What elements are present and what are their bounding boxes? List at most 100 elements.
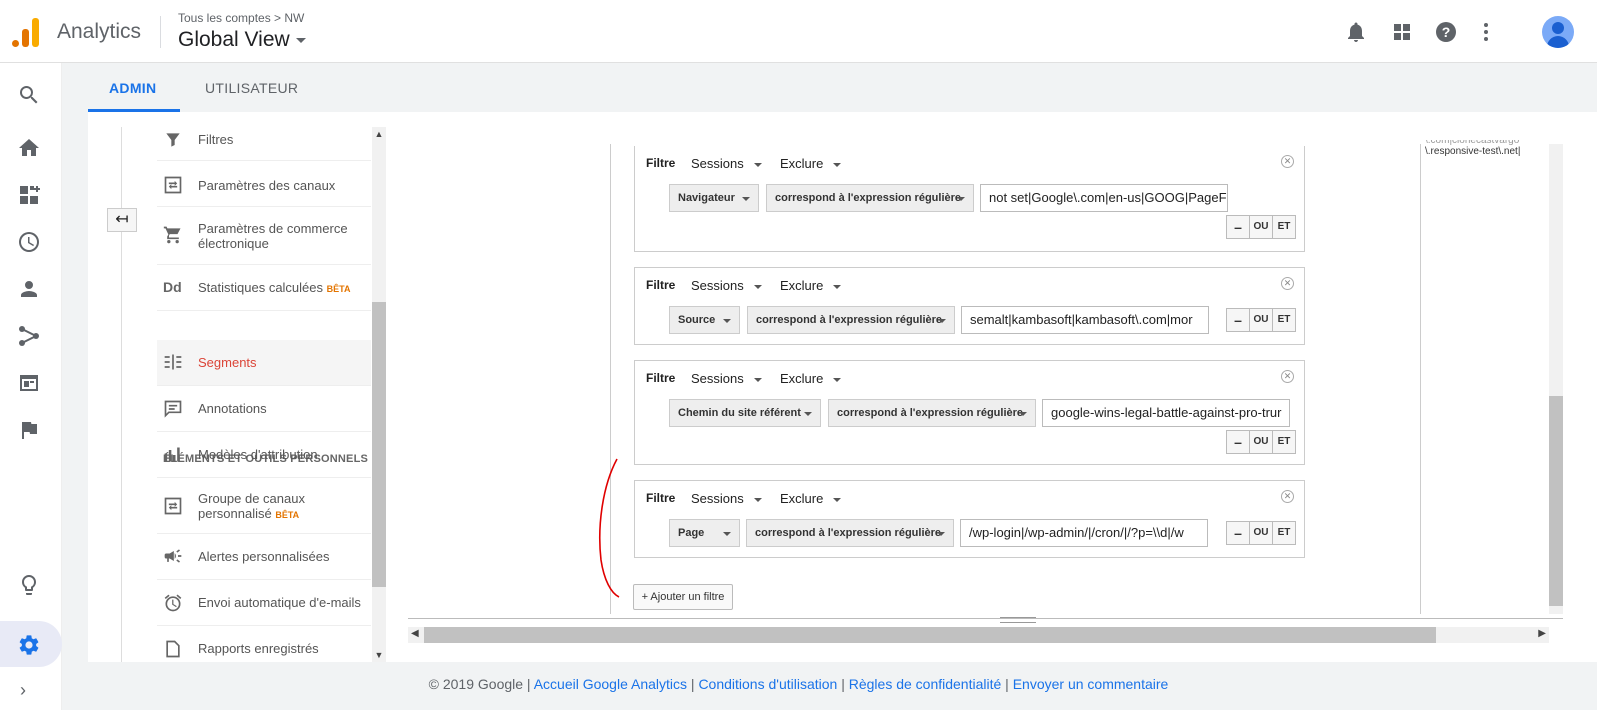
analytics-logo[interactable] (12, 17, 40, 47)
menu-item-statistiques-calculees[interactable]: Dd Statistiques calculées BÊTA (157, 265, 371, 311)
or-button[interactable]: OU (1249, 430, 1273, 454)
footer-link-home[interactable]: Accueil Google Analytics (534, 676, 687, 692)
customization-icon[interactable] (17, 183, 41, 207)
filter-value-input[interactable]: not set|Google\.com|en-us|GOOG|PageF (980, 184, 1228, 212)
behavior-icon[interactable] (17, 371, 41, 395)
bell-icon[interactable] (1344, 20, 1368, 44)
remove-filter-icon[interactable]: ✕ (1281, 370, 1294, 383)
scope-dropdown[interactable]: Sessions (691, 156, 762, 171)
copyright: © 2019 Google | (428, 676, 531, 692)
remove-condition-button[interactable]: – (1226, 521, 1250, 545)
operator-dropdown[interactable]: correspond à l'expression régulière (766, 184, 974, 212)
filter-label: Filtre (646, 278, 676, 292)
menu-item-envoi-emails[interactable]: Envoi automatique d'e-mails (157, 580, 371, 626)
settings-gear-icon[interactable] (17, 633, 41, 657)
collapse-button[interactable]: ↤ (107, 208, 137, 232)
person-icon[interactable] (17, 277, 41, 301)
menu-item-segments[interactable]: Segments (157, 340, 371, 386)
left-nav (0, 63, 62, 710)
menu-item-alertes[interactable]: Alertes personnalisées (157, 534, 371, 580)
remove-filter-icon[interactable]: ✕ (1281, 277, 1294, 290)
menu-item-filtres[interactable]: Filtres (157, 127, 371, 161)
help-icon[interactable]: ? (1434, 20, 1458, 44)
and-button[interactable]: ET (1272, 308, 1296, 332)
resize-grip[interactable] (1000, 617, 1036, 623)
filter-buttons: – OU ET (1226, 215, 1296, 239)
editor-scrollbar[interactable] (1549, 144, 1563, 614)
footer-link-feedback[interactable]: Envoyer un commentaire (1013, 676, 1169, 692)
dimension-dropdown[interactable]: Navigateur (669, 184, 759, 212)
tab-utilisateur[interactable]: UTILISATEUR (205, 80, 298, 96)
filter-buttons: – OU ET (1226, 308, 1296, 332)
operator-dropdown[interactable]: correspond à l'expression régulière (747, 306, 955, 334)
channel-group-icon (163, 496, 183, 516)
breadcrumb[interactable]: Tous les comptes > NW (178, 11, 304, 25)
menu-item-parametres-canaux[interactable]: Paramètres des canaux (157, 161, 371, 207)
remove-condition-button[interactable]: – (1226, 308, 1250, 332)
menu-item-label: Groupe de canaux personnalisé BÊTA (198, 491, 305, 521)
remove-condition-button[interactable]: – (1226, 430, 1250, 454)
filter-label: Filtre (646, 156, 676, 170)
scroll-thumb[interactable] (1549, 396, 1563, 606)
search-icon[interactable] (17, 83, 41, 107)
scroll-up-icon[interactable]: ▲ (372, 129, 386, 139)
filter-block: Filtre Sessions Exclure ✕ Chemin du site… (634, 360, 1305, 465)
menu-item-groupe-canaux[interactable]: Groupe de canaux personnalisé BÊTA (157, 478, 371, 534)
lightbulb-icon[interactable] (17, 573, 41, 597)
horizontal-scrollbar[interactable]: ◀ ▶ (408, 627, 1549, 643)
remove-filter-icon[interactable]: ✕ (1281, 155, 1294, 168)
operator-dropdown[interactable]: correspond à l'expression régulière (746, 519, 954, 547)
filter-value-input[interactable]: google-wins-legal-battle-against-pro-tru… (1042, 399, 1290, 427)
mode-dropdown[interactable]: Exclure (780, 491, 842, 506)
mode-dropdown[interactable]: Exclure (780, 156, 842, 171)
and-button[interactable]: ET (1272, 521, 1296, 545)
scope-dropdown[interactable]: Sessions (691, 491, 762, 506)
tab-admin[interactable]: ADMIN (109, 80, 156, 96)
filter-label: Filtre (646, 491, 676, 505)
dimension-dropdown[interactable]: Source (669, 306, 740, 334)
apps-grid-icon[interactable] (1390, 20, 1414, 44)
menu-item-label: Alertes personnalisées (198, 549, 330, 564)
attribution-icon (163, 445, 183, 465)
menu-item-annotations[interactable]: Annotations (157, 386, 371, 432)
filter-value-input[interactable]: /wp-login|/wp-admin/|/cron/|/?p=\\d|/w (960, 519, 1208, 547)
footer-link-terms[interactable]: Conditions d'utilisation (698, 676, 837, 692)
operator-dropdown[interactable]: correspond à l'expression régulière (828, 399, 1036, 427)
or-button[interactable]: OU (1249, 215, 1273, 239)
menu-item-modeles-attribution[interactable]: Modèles d'attribution (157, 432, 371, 478)
scroll-thumb[interactable] (424, 627, 1436, 643)
view-selector[interactable]: Global View (178, 28, 306, 52)
beta-badge: BÊTA (275, 510, 300, 520)
or-button[interactable]: OU (1249, 521, 1273, 545)
footer-link-privacy[interactable]: Règles de confidentialité (849, 676, 1002, 692)
avatar[interactable] (1542, 16, 1574, 48)
scroll-left-icon[interactable]: ◀ (411, 628, 419, 639)
scroll-right-icon[interactable]: ▶ (1538, 628, 1546, 639)
scope-dropdown[interactable]: Sessions (691, 278, 762, 293)
top-bar: Analytics Tous les comptes > NW Global V… (0, 0, 1597, 63)
scope-dropdown[interactable]: Sessions (691, 371, 762, 386)
mode-dropdown[interactable]: Exclure (780, 371, 842, 386)
scroll-down-icon[interactable]: ▼ (372, 650, 386, 660)
add-filter-button[interactable]: + Ajouter un filtre (633, 584, 733, 610)
and-button[interactable]: ET (1272, 430, 1296, 454)
or-button[interactable]: OU (1249, 308, 1273, 332)
scroll-thumb[interactable] (372, 302, 386, 587)
filter-icon (163, 130, 183, 150)
remove-filter-icon[interactable]: ✕ (1281, 490, 1294, 503)
more-vert-icon[interactable] (1474, 20, 1498, 44)
acquisition-icon[interactable] (17, 324, 41, 348)
clock-icon[interactable] (17, 230, 41, 254)
and-button[interactable]: ET (1272, 215, 1296, 239)
remove-condition-button[interactable]: – (1226, 215, 1250, 239)
filter-value-input[interactable]: semalt|kambasoft|kambasoft\.com|mor (961, 306, 1209, 334)
menu-item-commerce[interactable]: Paramètres de commerce électronique (157, 207, 371, 265)
dimension-dropdown[interactable]: Chemin du site référent (669, 399, 821, 427)
flag-icon[interactable] (17, 418, 41, 442)
menu-item-label: Paramètres de commerce électronique (198, 221, 348, 251)
menu-scrollbar[interactable]: ▲ ▼ (372, 127, 386, 662)
dimension-dropdown[interactable]: Page (669, 519, 740, 547)
mode-dropdown[interactable]: Exclure (780, 278, 842, 293)
menu-item-rapports[interactable]: Rapports enregistrés (157, 626, 371, 662)
home-icon[interactable] (17, 136, 41, 160)
